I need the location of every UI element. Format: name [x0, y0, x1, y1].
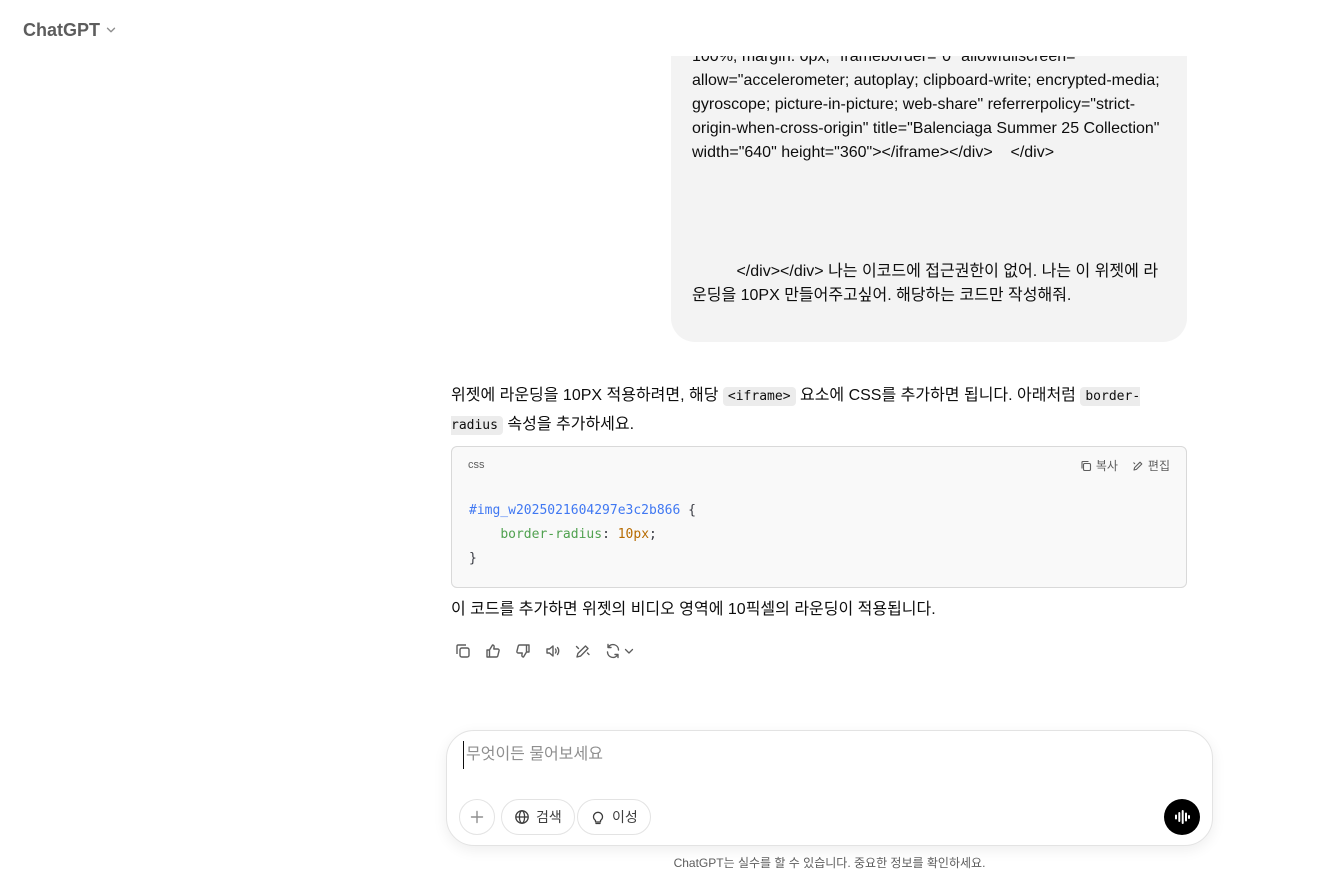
thumbs-down-icon: [516, 644, 530, 658]
copy-icon: [1081, 460, 1091, 471]
code-semicolon: ;: [649, 527, 657, 542]
search-button[interactable]: 검색: [501, 799, 575, 835]
copy-code-button[interactable]: 복사: [1080, 457, 1118, 474]
copy-icon: [456, 644, 470, 658]
code-actions: 복사 편집: [1080, 457, 1170, 474]
regenerate-button[interactable]: [601, 638, 637, 664]
code-colon: :: [602, 527, 618, 542]
chevron-down-icon: [624, 648, 633, 654]
edit-in-canvas-button[interactable]: [571, 638, 595, 664]
globe-icon: [515, 810, 529, 824]
assistant-intro: 위젯에 라운딩을 10PX 적용하려면, 해당 <iframe> 요소에 CSS…: [451, 382, 1187, 440]
pencil-icon: [1133, 461, 1143, 471]
bad-response-button[interactable]: [511, 638, 535, 664]
thumbs-up-icon: [486, 644, 500, 658]
code-language-label: css: [468, 459, 485, 471]
code-value: 10px: [617, 527, 650, 542]
reason-label: 이성: [612, 809, 638, 825]
user-message-text-top: 100%; margin: 0px;" frameborder="0" allo…: [692, 48, 1165, 161]
copy-message-button[interactable]: [451, 638, 475, 664]
read-aloud-icon: [546, 645, 560, 657]
attach-button[interactable]: [459, 799, 495, 835]
model-name: ChatGPT: [23, 19, 101, 40]
code-block: css 복사 편집 #img_w2025021604297e3c2b866 { …: [451, 446, 1187, 588]
disclaimer-text: ChatGPT는 실수를 할 수 있습니다. 중요한 정보를 확인하세요.: [673, 856, 986, 870]
reason-button[interactable]: 이성: [577, 799, 651, 835]
search-label: 검색: [536, 809, 562, 825]
assistant-intro-text: 위젯에 라운딩을 10PX 적용하려면, 해당: [451, 387, 723, 404]
composer: 검색 이성: [446, 730, 1213, 846]
assistant-intro-text: 속성을 추가하세요.: [502, 416, 635, 433]
message-actions: [451, 638, 637, 664]
user-message-text-bottom: </div></div> 나는 이코드에 접근권한이 없어. 나는 이 위젯에 …: [692, 263, 1159, 304]
regenerate-icon: [606, 643, 619, 659]
code-brace-close: }: [469, 551, 477, 566]
code-property: border-radius: [500, 527, 603, 542]
edit-code-button[interactable]: 편집: [1132, 457, 1170, 474]
good-response-button[interactable]: [481, 638, 505, 664]
prompt-input[interactable]: [463, 741, 1163, 769]
audio-waveform-icon: [1175, 810, 1190, 824]
chevron-down-icon: [106, 27, 116, 33]
copy-code-label: 복사: [1095, 459, 1118, 473]
assistant-intro-text: 요소에 CSS를 추가하면 됩니다. 아래처럼: [795, 387, 1081, 404]
edit-code-label: 편집: [1147, 459, 1170, 473]
code-brace-open: {: [680, 503, 696, 518]
assistant-outro: 이 코드를 추가하면 위젯의 비디오 영역에 10픽셀의 라운딩이 적용됩니다.: [451, 601, 936, 618]
read-aloud-button[interactable]: [541, 638, 565, 664]
top-bar: ChatGPT: [0, 0, 1332, 56]
voice-mode-button[interactable]: [1164, 799, 1200, 835]
inline-code-iframe: <iframe>: [722, 387, 796, 406]
lightbulb-icon: [592, 811, 604, 825]
code-selector: #img_w2025021604297e3c2b866: [469, 503, 681, 518]
model-selector[interactable]: ChatGPT: [14, 12, 127, 48]
code-body: #img_w2025021604297e3c2b866 { border-rad…: [469, 499, 696, 571]
plus-icon: [470, 810, 484, 824]
edit-icon: [575, 645, 590, 658]
